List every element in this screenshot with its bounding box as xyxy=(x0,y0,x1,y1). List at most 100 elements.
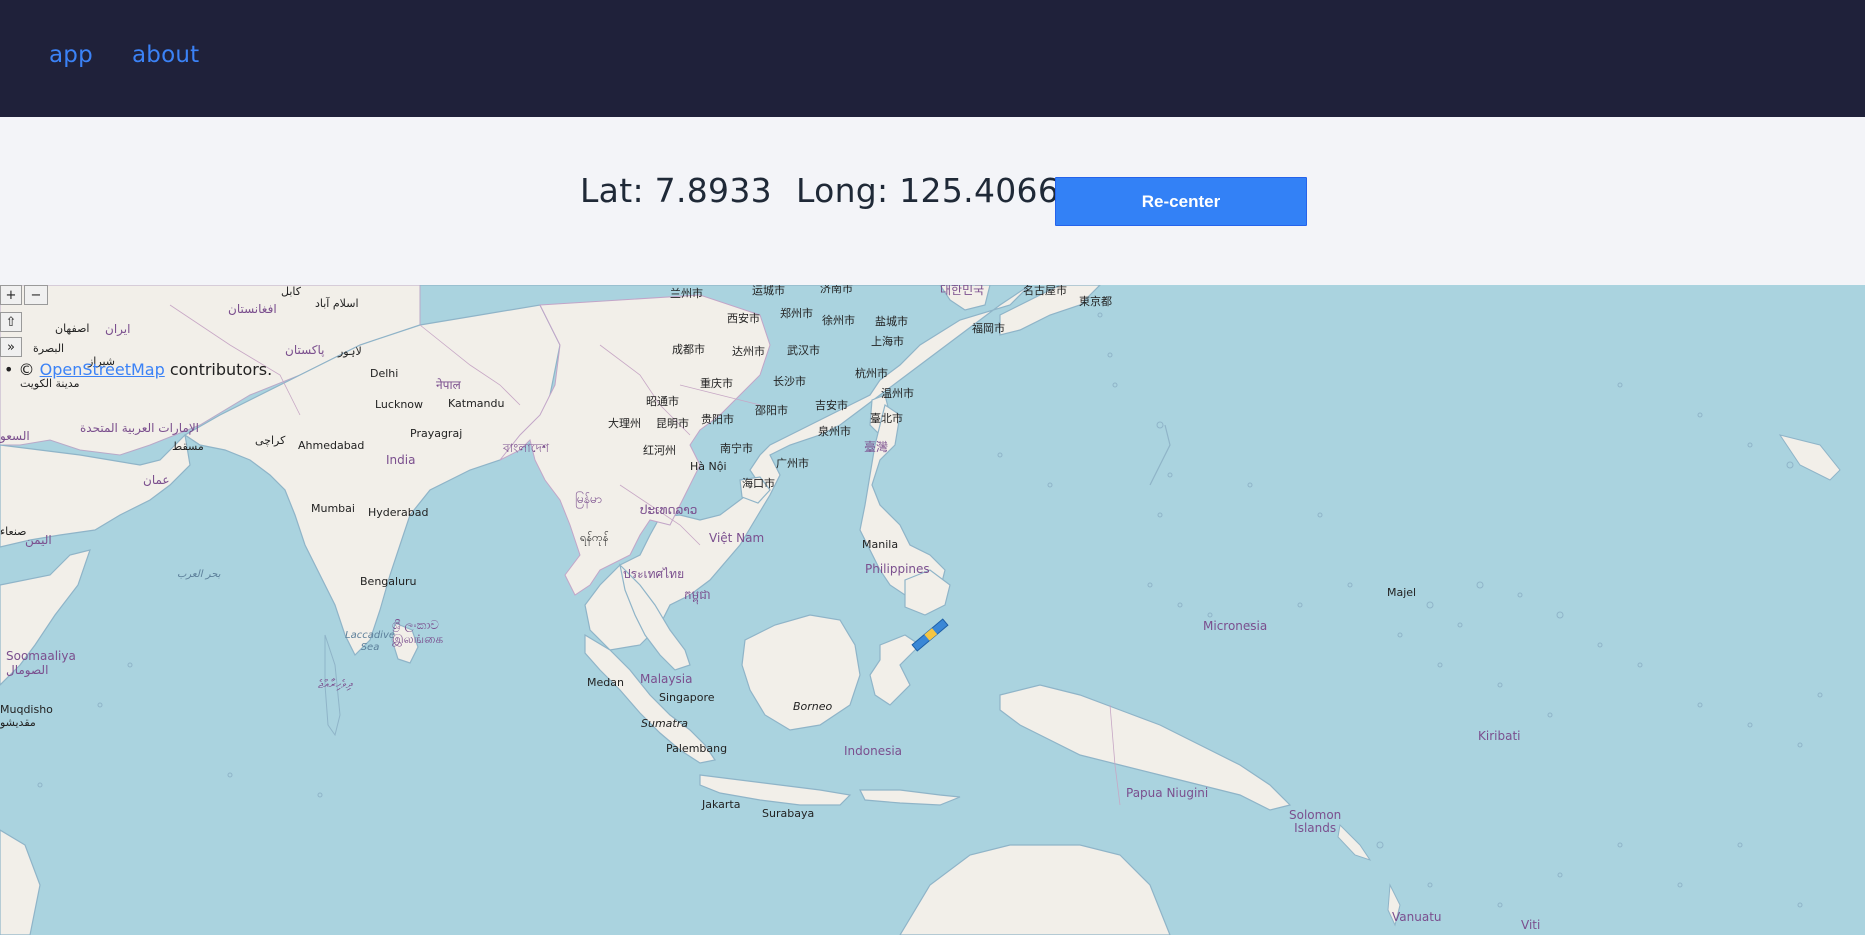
map-label: 邵阳市 xyxy=(755,404,788,417)
map-label: Bengaluru xyxy=(360,575,417,588)
map-label: Ahmedabad xyxy=(298,439,365,452)
map-label: Katmandu xyxy=(448,397,505,410)
map-label: नेपाल xyxy=(436,378,461,392)
map-label: 盐城市 xyxy=(875,315,908,328)
map-label: 臺北市 xyxy=(870,412,903,425)
map-label: عمان xyxy=(143,473,170,487)
map-label: Majel xyxy=(1387,586,1417,599)
map-label: Kiribati xyxy=(1478,729,1521,743)
map-label: Indonesia xyxy=(844,744,903,758)
attribution-bullet: • xyxy=(4,360,14,379)
map-tiles xyxy=(0,285,1841,935)
nav-link-app[interactable]: app xyxy=(49,42,93,68)
map-label: 红河州 xyxy=(643,444,676,457)
map-label: Philippines xyxy=(865,562,930,576)
map-label: 南宁市 xyxy=(720,442,753,455)
location-marker xyxy=(911,618,949,652)
map-label: Singapore xyxy=(659,691,715,704)
copyright-symbol: © xyxy=(18,360,35,379)
map-label: 郑州市 xyxy=(780,307,813,320)
map-label: 西安市 xyxy=(727,312,760,325)
map-label: ایران xyxy=(105,322,131,336)
longitude-readout: Long: 125.4066 xyxy=(796,171,1060,210)
map-label: Manila xyxy=(862,538,899,551)
map-label: မြန်မာ xyxy=(575,492,602,506)
top-nav: app about xyxy=(0,0,1865,117)
map-label: Lucknow xyxy=(375,398,424,411)
map-label: កម្ពុជា xyxy=(684,588,711,602)
map-label: کابل xyxy=(281,285,301,298)
map-label: 대한민국 xyxy=(940,285,985,297)
map-label: ދިވެހިރާއްޖެ xyxy=(318,677,353,691)
nav-link-about[interactable]: about xyxy=(132,42,199,68)
map-label: 泉州市 xyxy=(818,425,851,438)
expand-icon[interactable]: » xyxy=(0,337,22,357)
map-label: 贵阳市 xyxy=(701,413,734,426)
map-label: 运城市 xyxy=(752,285,785,297)
map-label: افغانستان xyxy=(228,302,277,316)
map-label: Hyderabad xyxy=(368,506,429,519)
map-label: السعو xyxy=(0,429,30,443)
map-label: 上海市 xyxy=(871,335,904,348)
map-label: Vanuatu xyxy=(1392,910,1442,924)
island-solomon xyxy=(1337,823,1372,861)
map-label: Malaysia xyxy=(640,672,693,686)
map-label: Hà Nội xyxy=(690,460,727,473)
map-label: 吉安市 xyxy=(815,399,848,412)
map-label: Prayagraj xyxy=(410,427,463,440)
coordinates-bar: Lat: 7.8933 Long: 125.4066 Re-center xyxy=(0,117,1865,285)
map-label: 名古屋市 xyxy=(1023,285,1067,297)
map-label: ရန်ကုန် xyxy=(580,531,609,544)
map-label: ශ්‍රී ලංකාව இலங்கை xyxy=(392,618,444,646)
map-label: Việt Nam xyxy=(709,531,765,545)
map-label: 长沙市 xyxy=(773,375,806,388)
map-label: Borneo xyxy=(793,700,833,713)
map-label: 成都市 xyxy=(672,343,705,356)
map-label: Jakarta xyxy=(702,798,741,811)
map-label: Muqdisho مقديشو xyxy=(0,703,53,729)
map-label: Laccadive Sea xyxy=(345,630,396,653)
map-label: اليمن xyxy=(25,533,52,547)
map-label: ประเทศไทย xyxy=(623,567,685,581)
map-label: Micronesia xyxy=(1203,619,1268,633)
map-label: Soomaaliya الصومال xyxy=(6,649,76,677)
latitude-readout: Lat: 7.8933 xyxy=(580,171,772,210)
map-label: اصفهان xyxy=(55,322,90,335)
zoom-out-button[interactable]: − xyxy=(24,285,48,305)
island-chain-marianas xyxy=(1149,424,1171,486)
openstreetmap-link[interactable]: OpenStreetMap xyxy=(40,360,165,379)
map-label: 東京都 xyxy=(1079,295,1112,308)
map-label: اسلام آباد xyxy=(315,297,359,310)
map-label: Palembang xyxy=(666,742,728,755)
map-label: صنعاء xyxy=(0,525,27,538)
map-label: 达州市 xyxy=(732,345,765,358)
map-label: Papua Niugini xyxy=(1126,786,1209,800)
map-view[interactable]: 兰州市 运城市 济南市 대한민국 名古屋市 東京都 西安市 郑州市 徐州市 盐城… xyxy=(0,285,1865,935)
map-label: بحر العرب xyxy=(177,569,221,580)
landmass-lesser-sunda xyxy=(859,789,961,806)
map-attribution: • © OpenStreetMap contributors. xyxy=(4,360,272,379)
recenter-button[interactable]: Re-center xyxy=(1055,177,1307,226)
map-label: Sumatra xyxy=(641,717,688,730)
map-label: Viti xyxy=(1521,918,1541,932)
landmass-east-africa xyxy=(0,829,41,935)
attribution-suffix: contributors. xyxy=(169,360,273,379)
map-label: لاہور xyxy=(338,345,362,358)
landmass-australia xyxy=(899,844,1171,935)
map-label: 温州市 xyxy=(881,387,914,400)
island-chain-hawaii xyxy=(1778,434,1841,481)
map-label: 大理州 xyxy=(608,417,641,430)
zoom-in-button[interactable]: + xyxy=(0,285,22,305)
map-label: Delhi xyxy=(370,367,399,380)
map-label: Solomon Islands xyxy=(1289,808,1342,835)
home-icon[interactable]: ⇧ xyxy=(0,312,22,332)
map-label: বাংলাদেশ xyxy=(503,441,549,455)
map-label: 兰州市 xyxy=(670,287,703,300)
map-label: 昭通市 xyxy=(646,395,679,408)
map-label: Mumbai xyxy=(311,502,355,515)
map-label: 济南市 xyxy=(820,285,853,295)
map-label: 臺灣 xyxy=(864,440,889,454)
map-label: مسقط xyxy=(172,440,204,453)
map-label: 重庆市 xyxy=(700,377,733,390)
map-label: 徐州市 xyxy=(822,314,855,327)
